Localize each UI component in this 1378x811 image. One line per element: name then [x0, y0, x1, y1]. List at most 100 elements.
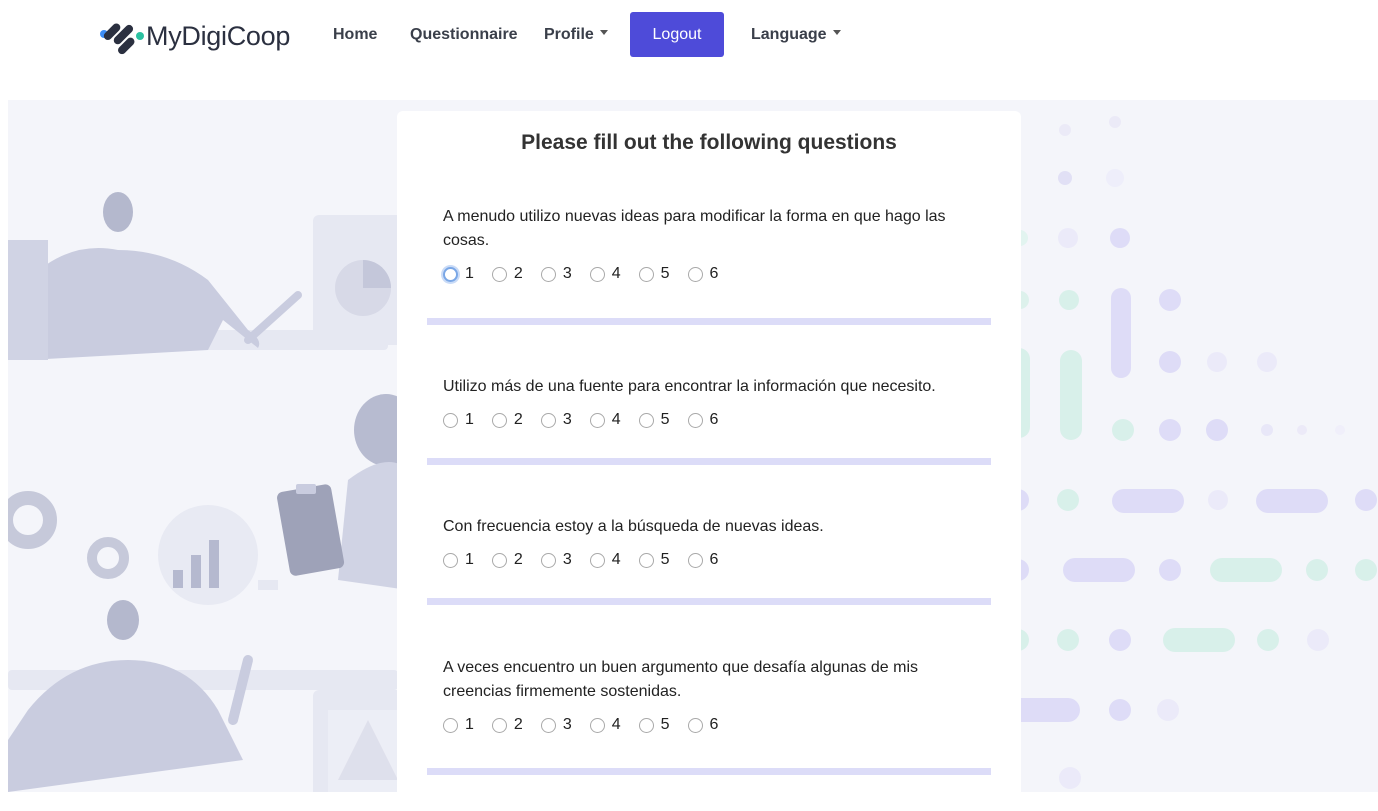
option-label: 5: [660, 411, 670, 428]
radio-button[interactable]: [443, 266, 458, 282]
logo-icon: [100, 23, 144, 55]
rating-option-4[interactable]: 4: [589, 551, 621, 569]
option-label: 1: [465, 716, 474, 733]
rating-option-2[interactable]: 2: [491, 411, 523, 429]
rating-option-4[interactable]: 4: [589, 265, 621, 283]
rating-options: 1 2 3 4 5 6: [443, 716, 983, 734]
brand[interactable]: MyDigiCoop: [98, 10, 290, 62]
option-label: 3: [562, 716, 572, 733]
option-label: 4: [611, 551, 621, 568]
rating-option-6[interactable]: 6: [687, 411, 719, 429]
rating-option-2[interactable]: 2: [491, 551, 523, 569]
person-illustration-3: [8, 600, 253, 792]
option-label: 1: [465, 265, 474, 282]
option-label: 2: [513, 265, 523, 282]
option-label: 1: [465, 411, 474, 428]
page-title: Please fill out the following questions: [521, 131, 897, 154]
option-label: 4: [611, 716, 621, 733]
radio-button[interactable]: [540, 717, 556, 733]
option-label: 6: [709, 716, 719, 733]
caret-down-icon: [832, 30, 841, 36]
option-label: 4: [611, 411, 621, 428]
radio-button[interactable]: [443, 412, 458, 428]
radio-button[interactable]: [638, 717, 654, 733]
rating-option-1[interactable]: 1: [443, 551, 474, 569]
option-label: 2: [513, 716, 523, 733]
radio-button[interactable]: [540, 412, 556, 428]
question-text: A menudo utilizo nuevas ideas para modif…: [443, 208, 946, 249]
rating-option-5[interactable]: 5: [638, 411, 670, 429]
rating-option-3[interactable]: 3: [540, 551, 572, 569]
radio-button[interactable]: [589, 552, 605, 568]
option-label: 2: [513, 411, 523, 428]
option-label: 3: [562, 411, 572, 428]
rating-option-3[interactable]: 3: [540, 716, 572, 734]
question-divider: [427, 768, 991, 775]
radio-button[interactable]: [638, 266, 654, 282]
option-label: 1: [465, 551, 474, 568]
rating-option-5[interactable]: 5: [638, 265, 670, 283]
radio-button[interactable]: [589, 717, 605, 733]
option-label: 5: [660, 551, 670, 568]
question-divider: [427, 598, 991, 605]
question-item: A veces encuentro un buen argumento que …: [443, 656, 983, 734]
nav-profile-label: Profile: [544, 26, 594, 43]
option-label: 5: [660, 716, 670, 733]
radio-button[interactable]: [687, 552, 703, 568]
option-label: 2: [513, 551, 523, 568]
rating-option-1[interactable]: 1: [443, 265, 474, 283]
nav-questionnaire[interactable]: Questionnaire: [410, 26, 518, 44]
rating-options: 1 2 3 4 5 6: [443, 265, 983, 283]
question-item: Utilizo más de una fuente para encontrar…: [443, 375, 983, 429]
radio-button[interactable]: [443, 552, 458, 568]
radio-button[interactable]: [589, 266, 605, 282]
option-label: 3: [562, 551, 572, 568]
nav-language-dropdown[interactable]: Language: [751, 26, 841, 44]
radio-button[interactable]: [491, 412, 507, 428]
radio-button[interactable]: [491, 717, 507, 733]
radio-button[interactable]: [687, 266, 703, 282]
rating-option-2[interactable]: 2: [491, 716, 523, 734]
question-divider: [427, 318, 991, 325]
dot-pattern: [1007, 116, 1377, 789]
rating-option-3[interactable]: 3: [540, 411, 572, 429]
rating-option-6[interactable]: 6: [687, 716, 719, 734]
logout-button[interactable]: Logout: [630, 12, 724, 57]
rating-option-1[interactable]: 1: [443, 716, 474, 734]
radio-button[interactable]: [638, 552, 654, 568]
option-label: 3: [562, 265, 572, 282]
rating-option-6[interactable]: 6: [687, 551, 719, 569]
option-label: 6: [709, 411, 719, 428]
nav-home[interactable]: Home: [333, 26, 377, 44]
rating-options: 1 2 3 4 5 6: [443, 551, 983, 569]
radio-button[interactable]: [491, 266, 507, 282]
rating-option-3[interactable]: 3: [540, 265, 572, 283]
rating-option-2[interactable]: 2: [491, 265, 523, 283]
question-text: Utilizo más de una fuente para encontrar…: [443, 378, 936, 395]
radio-button[interactable]: [540, 266, 556, 282]
question-divider: [427, 458, 991, 465]
rating-option-4[interactable]: 4: [589, 716, 621, 734]
gear-icon: [8, 491, 57, 549]
radio-button[interactable]: [638, 412, 654, 428]
rating-option-1[interactable]: 1: [443, 411, 474, 429]
radio-button[interactable]: [687, 717, 703, 733]
radio-button[interactable]: [589, 412, 605, 428]
rating-option-5[interactable]: 5: [638, 716, 670, 734]
questionnaire-card: Please fill out the following questions …: [397, 111, 1021, 811]
radio-button[interactable]: [687, 412, 703, 428]
navbar: MyDigiCoop Home Questionnaire Profile Lo…: [0, 0, 1378, 100]
option-label: 6: [709, 265, 719, 282]
radio-button[interactable]: [443, 717, 458, 733]
radio-button[interactable]: [491, 552, 507, 568]
rating-option-4[interactable]: 4: [589, 411, 621, 429]
gear-icon: [87, 537, 129, 579]
rating-option-5[interactable]: 5: [638, 551, 670, 569]
radio-button[interactable]: [540, 552, 556, 568]
question-item: A menudo utilizo nuevas ideas para modif…: [443, 205, 983, 283]
rating-options: 1 2 3 4 5 6: [443, 411, 983, 429]
option-label: 4: [611, 265, 621, 282]
option-label: 6: [709, 551, 719, 568]
rating-option-6[interactable]: 6: [687, 265, 719, 283]
nav-profile-dropdown[interactable]: Profile: [544, 26, 608, 44]
